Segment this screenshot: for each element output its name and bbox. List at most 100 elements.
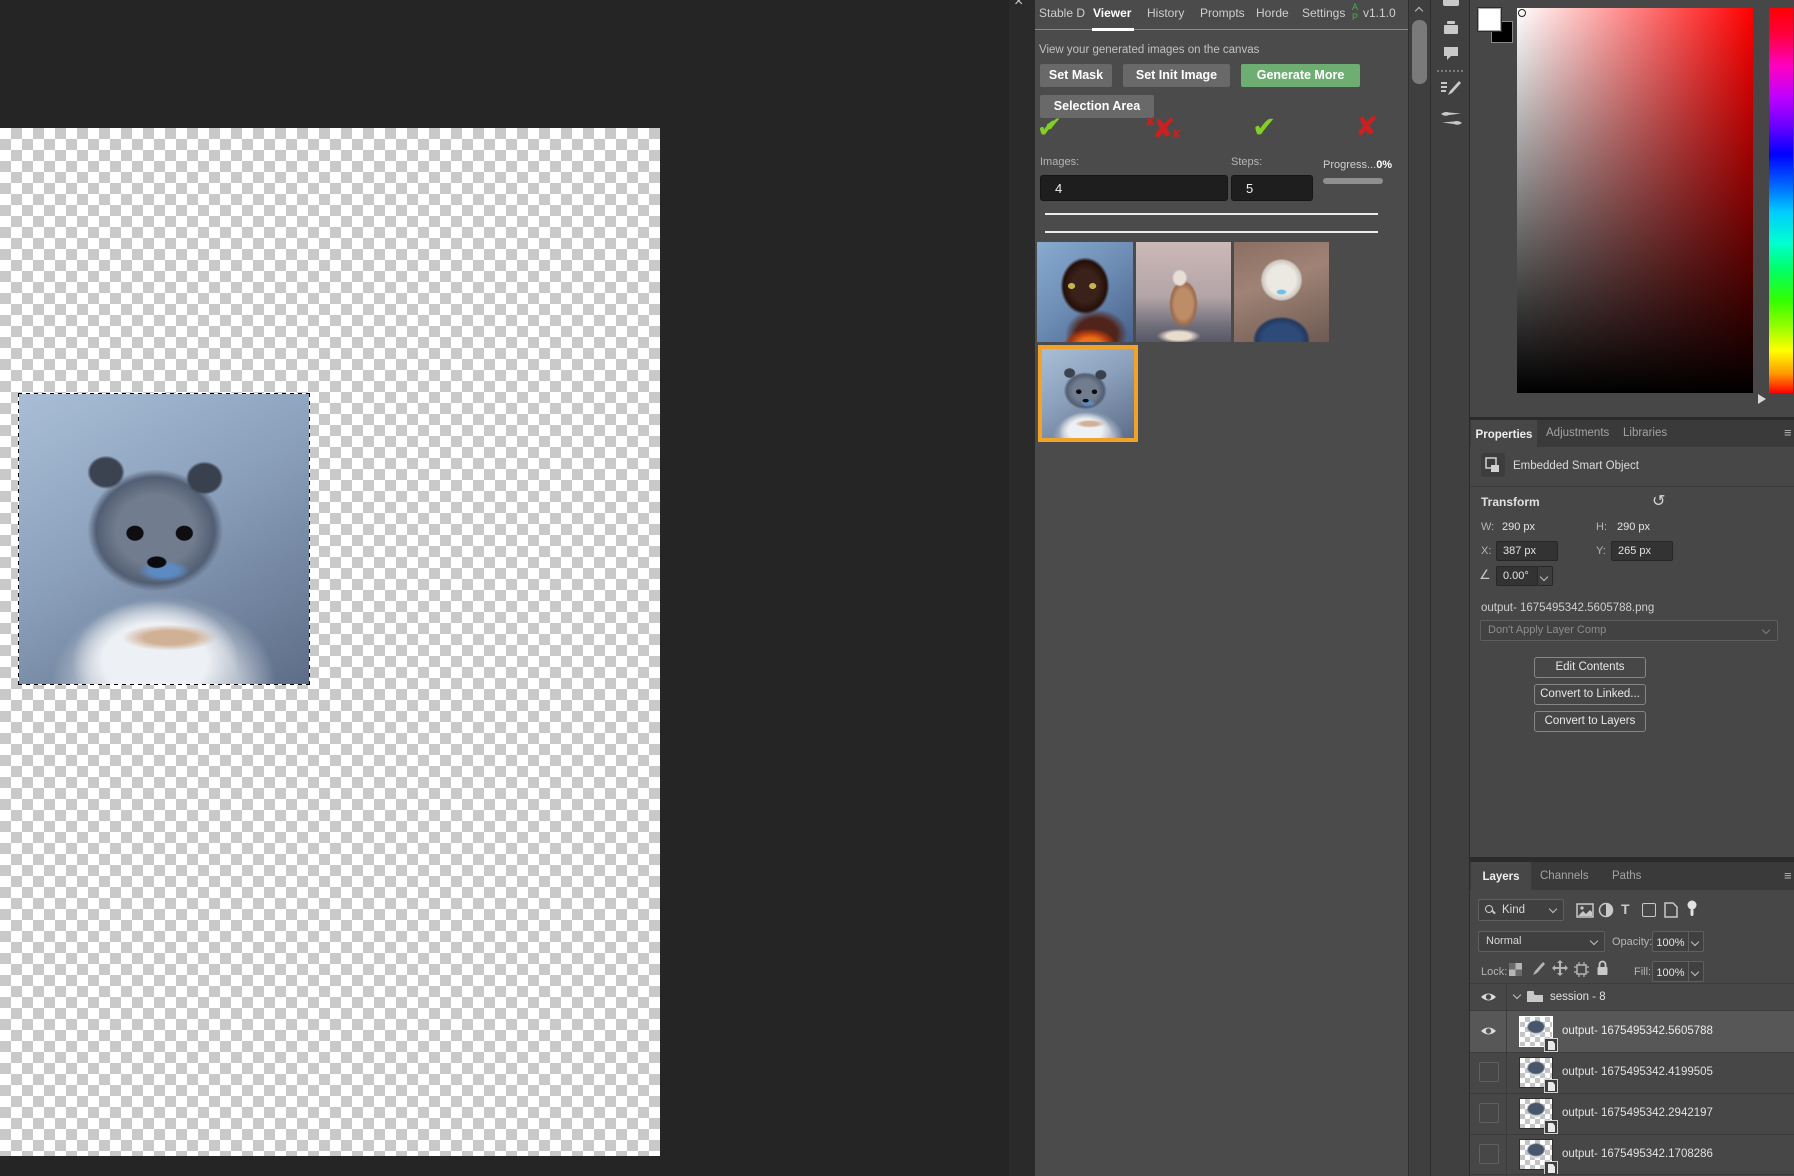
smart-object-icon: [1481, 453, 1505, 477]
kind-label: Kind: [1502, 904, 1525, 916]
scrollbar-thumb[interactable]: [1412, 20, 1427, 84]
tab-viewer[interactable]: Viewer: [1093, 6, 1131, 20]
hue-marker[interactable]: [1758, 394, 1766, 404]
panel-menu-icon[interactable]: ≡: [1784, 425, 1792, 440]
tab-libraries[interactable]: Libraries: [1623, 427, 1667, 439]
tab-layers[interactable]: Layers: [1471, 862, 1531, 890]
generated-thumbnail-2[interactable]: [1136, 242, 1231, 342]
lock-transparency-icon[interactable]: [1509, 963, 1522, 976]
layer-thumbnail[interactable]: [1519, 1057, 1553, 1088]
tab-paths[interactable]: Paths: [1612, 870, 1641, 882]
layer-row[interactable]: output- 1675495342.4199505: [1470, 1053, 1794, 1093]
collapsed-panels-strip: [1430, 0, 1470, 1176]
lock-paint-icon[interactable]: [1530, 961, 1545, 976]
layer-row[interactable]: output- 1675495342.2942197: [1470, 1094, 1794, 1134]
reject-icon[interactable]: ✘: [1355, 110, 1378, 143]
filter-type-layers-icon[interactable]: T: [1621, 901, 1630, 917]
edit-contents-button[interactable]: Edit Contents: [1534, 657, 1646, 678]
y-input[interactable]: [1611, 541, 1673, 561]
color-field-cursor[interactable]: [1518, 9, 1526, 17]
panel-gutter: ×: [1009, 0, 1035, 1176]
visibility-eye-icon[interactable]: [1480, 1025, 1497, 1037]
reset-transform-icon[interactable]: ↺: [1652, 491, 1665, 511]
generated-thumbnail-1[interactable]: [1037, 242, 1133, 342]
filter-shape-layers-icon[interactable]: [1642, 903, 1656, 917]
w-label: W:: [1481, 521, 1494, 533]
chevron-down-icon: [1590, 937, 1598, 945]
panel-menu-icon[interactable]: ≡: [1784, 868, 1792, 883]
visibility-eye-icon[interactable]: [1480, 991, 1497, 1003]
clipped-panel-icon[interactable]: [1443, 0, 1459, 6]
divider: [1045, 231, 1378, 233]
plugin-scrollbar[interactable]: [1408, 0, 1430, 1176]
images-input[interactable]: [1040, 175, 1228, 201]
tab-horde[interactable]: Horde: [1256, 6, 1289, 20]
blend-mode-dropdown[interactable]: Normal: [1478, 931, 1605, 952]
foreground-color-swatch[interactable]: [1478, 8, 1501, 31]
close-icon[interactable]: ×: [1014, 0, 1023, 11]
generate-more-button[interactable]: Generate More: [1241, 64, 1360, 87]
angle-dropdown[interactable]: [1538, 566, 1553, 586]
filter-smart-objects-icon[interactable]: [1664, 902, 1678, 918]
fill-value-box[interactable]: 100%: [1652, 961, 1689, 982]
set-mask-button[interactable]: Set Mask: [1040, 64, 1112, 87]
lock-artboard-icon[interactable]: [1574, 962, 1589, 977]
brush-settings-icon[interactable]: [1441, 80, 1461, 100]
comments-icon[interactable]: [1443, 46, 1459, 61]
opacity-dropdown[interactable]: [1689, 931, 1704, 952]
tab-stable-d[interactable]: Stable D: [1039, 6, 1085, 20]
layer-thumbnail[interactable]: [1519, 1016, 1553, 1047]
y-label: Y:: [1596, 545, 1606, 557]
visibility-toggle-empty[interactable]: [1479, 1062, 1499, 1082]
layer-row[interactable]: output- 1675495342.1708286: [1470, 1135, 1794, 1174]
tab-adjustments[interactable]: Adjustments: [1546, 427, 1609, 439]
x-input[interactable]: [1496, 541, 1558, 561]
tab-properties[interactable]: Properties: [1471, 420, 1537, 447]
layer-row-selected[interactable]: output- 1675495342.5605788: [1470, 1011, 1794, 1052]
steps-input[interactable]: [1231, 175, 1313, 201]
tab-prompts[interactable]: Prompts: [1200, 6, 1245, 20]
kind-filter-dropdown[interactable]: Kind: [1478, 899, 1564, 921]
plugin-badge-p: P: [1352, 12, 1358, 22]
accept-all-icon[interactable]: ✔✔: [1037, 112, 1062, 144]
group-expand-icon[interactable]: [1513, 991, 1521, 999]
fill-dropdown[interactable]: [1689, 961, 1704, 982]
lock-move-icon[interactable]: [1552, 960, 1568, 976]
generated-thumbnail-3[interactable]: [1234, 242, 1329, 342]
reject-all-icon[interactable]: ✘✘✘: [1145, 112, 1181, 145]
convert-to-layers-button[interactable]: Convert to Layers: [1534, 711, 1646, 732]
divider: [1045, 213, 1378, 215]
opacity-value-box[interactable]: 100%: [1652, 931, 1689, 952]
generated-image-on-canvas[interactable]: [19, 394, 309, 684]
layer-thumbnail[interactable]: [1519, 1098, 1553, 1129]
accept-icon[interactable]: ✔: [1252, 110, 1276, 145]
progress-text: Progress...: [1323, 159, 1376, 171]
fill-label: Fill:: [1634, 966, 1651, 978]
visibility-toggle-empty[interactable]: [1479, 1144, 1499, 1164]
tab-channels[interactable]: Channels: [1540, 870, 1589, 882]
brushes-icon[interactable]: [1440, 110, 1463, 128]
filter-adjustment-layers-icon[interactable]: [1598, 902, 1614, 918]
cross-icon: ✘: [1171, 127, 1181, 141]
filter-toggle-icon[interactable]: [1686, 900, 1698, 918]
lock-all-icon[interactable]: [1596, 960, 1609, 976]
hue-strip[interactable]: [1769, 8, 1793, 393]
scroll-up-icon[interactable]: [1415, 7, 1423, 15]
generated-thumbnail-4-selected[interactable]: [1038, 345, 1138, 442]
visibility-toggle-empty[interactable]: [1479, 1103, 1499, 1123]
tab-properties-label: Properties: [1476, 429, 1533, 441]
angle-input[interactable]: [1496, 566, 1538, 586]
set-init-image-button[interactable]: Set Init Image: [1123, 64, 1230, 87]
tab-settings[interactable]: Settings: [1302, 6, 1345, 20]
smart-object-filename: output- 1675495342.5605788.png: [1481, 602, 1654, 614]
libraries-icon[interactable]: [1443, 20, 1459, 35]
filter-pixel-layers-icon[interactable]: [1576, 903, 1594, 918]
layer-group-row[interactable]: session - 8: [1470, 984, 1794, 1010]
color-field[interactable]: [1517, 8, 1753, 393]
h-value: 290 px: [1617, 521, 1650, 533]
tab-history[interactable]: History: [1147, 6, 1184, 20]
convert-to-linked-button[interactable]: Convert to Linked...: [1534, 684, 1646, 705]
layer-thumbnail[interactable]: [1519, 1139, 1553, 1170]
section-divider: [1470, 486, 1794, 487]
layer-comp-dropdown[interactable]: Don't Apply Layer Comp: [1480, 620, 1778, 641]
